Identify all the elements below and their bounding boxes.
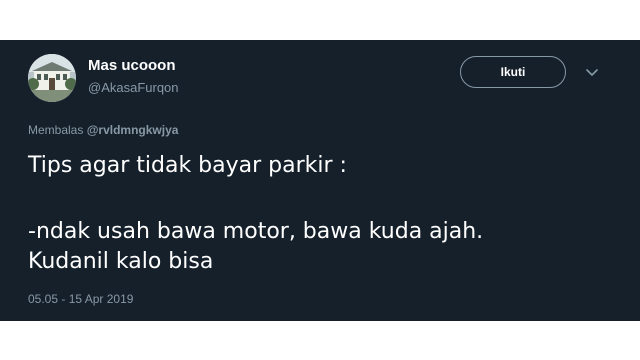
user-handle[interactable]: @AkasaFurqon	[88, 80, 179, 95]
tweet-card: Mas ucooon @AkasaFurqon Ikuti Membalas @…	[0, 40, 640, 321]
chevron-down-icon[interactable]	[584, 64, 600, 80]
tweet-text-line: Tips agar tidak bayar parkir :	[28, 153, 347, 178]
follow-button-label: Ikuti	[500, 65, 526, 79]
display-name[interactable]: Mas ucooon	[88, 57, 176, 74]
avatar-image	[28, 54, 76, 102]
tweet-text-line: -ndak usah bawa motor, bawa kuda ajah.	[28, 219, 484, 244]
tweet-timestamp[interactable]: 05.05 - 15 Apr 2019	[28, 292, 133, 306]
tweet-text: Tips agar tidak bayar parkir : -ndak usa…	[28, 151, 608, 277]
reply-to-handle-link[interactable]: @rvldmngkwjya	[87, 123, 179, 137]
reply-prefix: Membalas	[28, 123, 84, 137]
avatar[interactable]	[28, 54, 76, 102]
follow-button[interactable]: Ikuti	[460, 56, 566, 88]
screenshot-canvas: Mas ucooon @AkasaFurqon Ikuti Membalas @…	[0, 0, 640, 360]
tweet-text-line: Kudanil kalo bisa	[28, 249, 214, 274]
reply-context: Membalas @rvldmngkwjya	[28, 123, 178, 137]
